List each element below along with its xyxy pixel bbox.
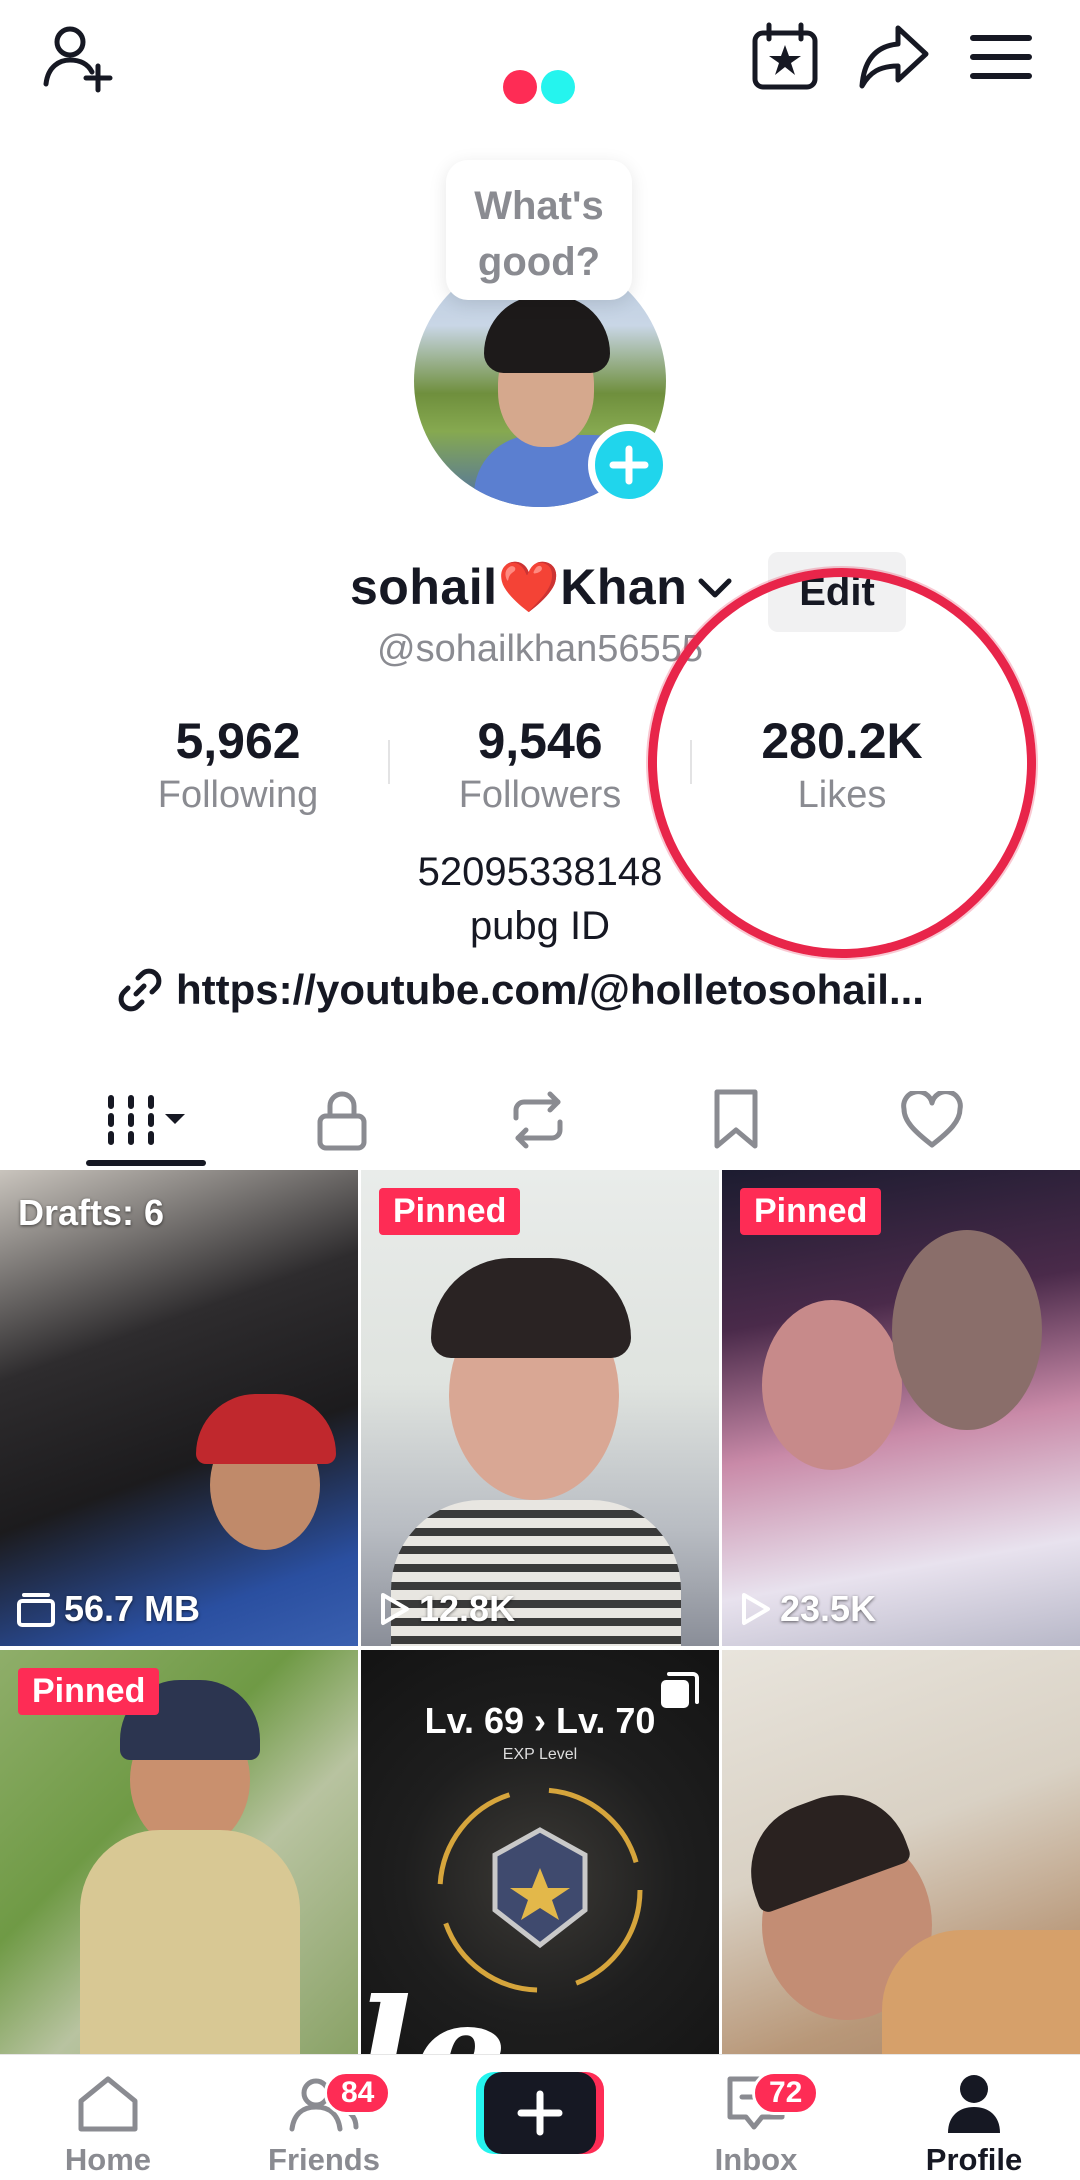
video-tile[interactable]: Pinned 12.8K bbox=[361, 1170, 719, 1646]
profile-name: sohail❤️Khan bbox=[350, 559, 688, 615]
plus-icon bbox=[609, 445, 649, 485]
stat-divider bbox=[690, 740, 692, 784]
tab-private[interactable] bbox=[282, 1070, 402, 1170]
menu-button[interactable] bbox=[956, 12, 1046, 102]
followers-stat[interactable]: 9,546 Followers bbox=[430, 712, 650, 820]
bio-line: pubg ID bbox=[469, 904, 611, 948]
nav-friends[interactable]: Friends 84 bbox=[244, 2071, 404, 2178]
status-bubble[interactable]: What's good? bbox=[446, 160, 632, 300]
tab-reposts[interactable] bbox=[478, 1070, 598, 1170]
video-tile[interactable]: Pinned 23.5K bbox=[722, 1170, 1080, 1646]
following-stat[interactable]: 5,962 Following bbox=[128, 712, 348, 820]
pinned-badge: Pinned bbox=[18, 1668, 160, 1715]
lock-icon bbox=[317, 1091, 367, 1151]
drafts-size-text: 56.7 MB bbox=[64, 1588, 201, 1629]
share-profile-button[interactable] bbox=[848, 12, 938, 102]
profile-handle: @sohailkhan56555 bbox=[377, 628, 703, 670]
add-story-button[interactable] bbox=[588, 424, 670, 506]
profile-name-row[interactable]: sohail❤️Khan bbox=[350, 558, 735, 617]
hamburger-menu-icon bbox=[970, 35, 1032, 79]
tab-liked[interactable] bbox=[872, 1070, 992, 1170]
calendar-button[interactable] bbox=[740, 12, 830, 102]
inbox-badge: 72 bbox=[752, 2071, 820, 2115]
nav-inbox-label: Inbox bbox=[714, 2142, 798, 2177]
level-subtitle: EXP Level bbox=[502, 1746, 578, 1763]
share-arrow-icon bbox=[859, 25, 929, 89]
plus-icon bbox=[517, 2090, 563, 2136]
drafts-label: Drafts: 6 bbox=[18, 1192, 165, 1233]
drafts-size: 56.7 MB bbox=[16, 1588, 200, 1630]
bookmark-icon bbox=[714, 1089, 758, 1149]
view-count-text: 12.8K bbox=[419, 1588, 516, 1629]
bio-line: 52095338148 bbox=[417, 850, 663, 894]
followers-label: Followers bbox=[458, 774, 622, 816]
person-add-icon bbox=[43, 26, 113, 93]
following-label: Following bbox=[157, 774, 319, 816]
nav-profile-label: Profile bbox=[925, 2142, 1023, 2177]
active-tab-indicator bbox=[86, 1160, 206, 1166]
nav-friends-label: Friends bbox=[268, 2142, 380, 2177]
link-icon bbox=[118, 968, 162, 1012]
home-icon bbox=[78, 2076, 138, 2132]
nav-inbox[interactable]: Inbox 72 bbox=[676, 2071, 836, 2178]
calendar-star-icon bbox=[752, 22, 818, 90]
nav-home-label: Home bbox=[64, 2142, 152, 2177]
play-icon bbox=[742, 1593, 770, 1625]
nav-home[interactable]: Home bbox=[28, 2073, 188, 2178]
profile-link[interactable]: https://youtube.com/@holletosohail... bbox=[116, 966, 924, 1014]
stat-divider bbox=[388, 740, 390, 784]
add-friend-button[interactable] bbox=[32, 12, 122, 102]
view-count-text: 23.5K bbox=[780, 1588, 877, 1629]
heart-icon bbox=[901, 1091, 963, 1148]
level-text: Lv. 69 › Lv. 70 bbox=[424, 1700, 656, 1741]
profile-tabs bbox=[0, 1070, 1080, 1170]
view-count: 23.5K bbox=[738, 1588, 876, 1630]
edit-profile-button[interactable]: Edit bbox=[768, 552, 906, 632]
profile-icon bbox=[948, 2075, 1000, 2133]
pinned-badge: Pinned bbox=[740, 1188, 882, 1235]
create-button[interactable] bbox=[476, 2072, 604, 2154]
tab-favorites[interactable] bbox=[676, 1070, 796, 1170]
followers-count: 9,546 bbox=[477, 713, 603, 769]
likes-label: Likes bbox=[797, 774, 887, 816]
following-count: 5,962 bbox=[175, 713, 301, 769]
likes-count: 280.2K bbox=[761, 713, 923, 769]
status-bubble-line2: good? bbox=[477, 240, 601, 284]
nav-profile[interactable]: Profile bbox=[894, 2073, 1054, 2178]
pinned-badge: Pinned bbox=[379, 1188, 521, 1235]
chevron-down-icon bbox=[698, 578, 732, 597]
drafts-tile[interactable]: Drafts: 6 56.7 MB bbox=[0, 1170, 358, 1646]
friends-badge: 84 bbox=[324, 2071, 392, 2115]
play-icon bbox=[381, 1593, 409, 1625]
tab-videos[interactable] bbox=[86, 1070, 206, 1170]
profile-link-text: https://youtube.com/@holletosohail... bbox=[176, 966, 924, 1013]
drafts-stack-icon bbox=[17, 1593, 55, 1627]
view-count: 12.8K bbox=[377, 1588, 515, 1630]
grid-videos-icon bbox=[108, 1095, 185, 1145]
tiktok-dots-logo bbox=[503, 70, 575, 104]
status-bubble-line1: What's bbox=[474, 184, 604, 228]
likes-stat[interactable]: 280.2K Likes bbox=[732, 712, 952, 820]
repost-icon bbox=[513, 1091, 563, 1149]
